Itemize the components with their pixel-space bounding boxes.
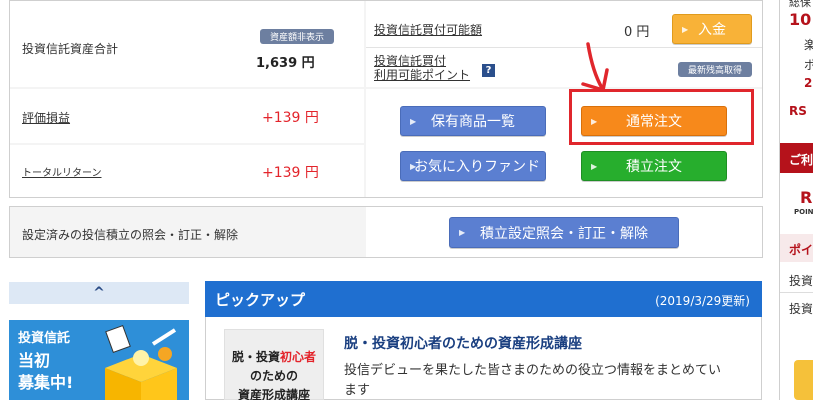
deposit-button-label: 入金 [698,22,726,38]
savings-order-label: 積立注文 [626,159,682,175]
article-description: 投信デビューを果たした皆さまのための役立つ情報をまとめています [344,363,722,398]
favorite-funds-button[interactable]: ▶ お気に入りファンド [400,151,546,181]
total-return-value: +139 円 [262,165,319,181]
savings-settings-label-cell: 設定済みの投信積立の照会・訂正・解除 [10,207,364,257]
rb-item2: ポ [804,56,813,73]
buying-power-value: 0 円 [624,25,650,40]
rb-link2[interactable]: 投資 [789,300,813,317]
pl-label[interactable]: 評価損益 [22,109,70,126]
thumb-line1-a: 脱・投資 [231,350,280,364]
rb-brand[interactable]: RS [789,104,807,118]
arrow-icon: ▶ [410,116,417,126]
total-assets-label: 投資信託資産合計 [22,42,119,56]
pickup-body: 脱・投資初心者 のための 資産形成講座 脱・投資初心者のための資産形成講座 投信… [205,317,762,400]
thumb-line3: 資産形成講座 [237,388,310,400]
help-icon[interactable]: ? [482,64,495,77]
rb-logo-sub: POIN [794,208,813,216]
fund-campaign-banner[interactable]: 投資信託 当初 募集中! [9,320,189,400]
rb-coin-icon [794,360,813,400]
banner-line3: 募集中! [18,373,74,392]
total-return-label[interactable]: トータルリターン [22,164,102,179]
total-assets-cell: 投資信託資産合計 資産額非表示 1,639 円 [10,1,364,87]
points-label-line1[interactable]: 投資信託買付 [374,54,446,68]
banner-line2: 当初 [18,351,51,370]
arrow-icon: ▶ [591,161,598,171]
refresh-balance-badge[interactable]: 最新残高取得 [678,62,752,77]
savings-settings-row: 設定済みの投信積立の照会・訂正・解除 ▶ 積立設定照会・訂正・解除 [9,206,763,258]
gift-box-icon [105,324,177,400]
buying-power-link[interactable]: 投資信託買付可能額 [374,21,482,38]
holdings-list-button[interactable]: ▶ 保有商品一覧 [400,106,546,136]
annotation-arrow-icon [560,42,609,92]
right-sidebar: 総保 10 楽 ポ 2 RS ご利 R POIN ポイ 投資 投資 [779,0,813,400]
highlight-box [569,89,754,145]
arrow-icon: ▶ [459,228,466,237]
rb-item3: 2 [804,76,813,90]
collapse-toggle[interactable]: ^ [9,282,189,304]
rb-item1: 楽 [804,36,813,53]
total-return-cell: トータルリターン +139 円 [10,145,364,197]
rb-section-title: ご利 [789,153,813,167]
thumb-line1: 脱・投資初心者 [225,348,323,367]
pl-value: +139 円 [262,110,319,126]
banner-line1: 投資信託 [18,331,71,346]
rb-section-header: ご利 [780,143,813,173]
deposit-button[interactable]: ▶ 入金 [672,14,752,44]
article-title-link[interactable]: 脱・投資初心者のための資産形成講座 [344,333,582,353]
arrow-icon: ▶ [410,161,417,171]
favorite-funds-label: お気に入りファンド [414,159,540,175]
pl-cell: 評価損益 +139 円 [10,89,364,143]
rb-section2-header: ポイ [780,234,813,262]
total-assets-value: 1,639 円 [256,56,315,71]
savings-order-button[interactable]: ▶ 積立注文 [581,151,727,181]
article-thumbnail[interactable]: 脱・投資初心者 のための 資産形成講座 [224,329,324,400]
thumb-line2: のための [249,369,298,383]
arrow-icon: ▶ [682,24,689,34]
savings-settings-button[interactable]: ▶ 積立設定照会・訂正・解除 [449,217,679,248]
rb-top-text: 総保 [789,0,811,9]
pickup-title: ピックアップ [215,291,306,309]
holdings-list-label: 保有商品一覧 [431,114,515,130]
rb-section2: ポイ [789,243,813,257]
points-label-line2[interactable]: 利用可能ポイント [374,68,470,82]
chevron-up-icon: ^ [93,285,105,301]
banner-text: 投資信託 当初 募集中! [18,328,73,394]
savings-settings-label: 設定済みの投信積立の照会・訂正・解除 [22,228,239,242]
rb-link1[interactable]: 投資 [789,272,813,289]
hide-amount-badge[interactable]: 資産額非表示 [260,29,334,44]
savings-settings-button-label: 積立設定照会・訂正・解除 [480,225,648,242]
rb-amount: 10 [789,10,812,29]
savings-settings-action-cell: ▶ 積立設定照会・訂正・解除 [366,207,762,257]
pickup-date: (2019/3/29更新) [655,294,750,308]
thumb-line1-b: 初心者 [280,350,317,364]
pickup-header: ピックアップ (2019/3/29更新) [205,281,762,317]
rb-logo-r[interactable]: R [800,188,812,207]
